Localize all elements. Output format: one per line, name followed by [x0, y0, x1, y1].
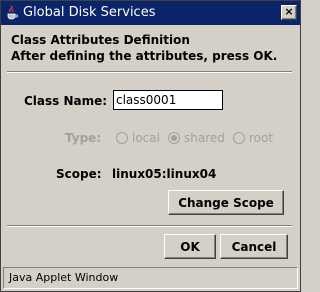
- close-button[interactable]: ×: [281, 5, 297, 20]
- class-name-input[interactable]: [113, 90, 223, 110]
- dialog-heading: Class Attributes Definition: [11, 33, 190, 47]
- scope-value: linux05:linux04: [112, 167, 217, 181]
- type-radio-local[interactable]: [116, 132, 128, 144]
- java-cup-icon: [7, 5, 18, 20]
- type-local-label: local: [132, 131, 160, 145]
- close-icon: ×: [284, 5, 294, 18]
- window-title: Global Disk Services: [23, 5, 156, 20]
- type-radio-shared[interactable]: [168, 132, 180, 144]
- class-name-label: Class Name:: [24, 94, 108, 108]
- type-root-label: root: [249, 131, 274, 145]
- dialog-instruction: After defining the attributes, press OK.: [11, 49, 278, 63]
- type-shared-label: shared: [184, 131, 225, 145]
- bottom-separator: [7, 225, 292, 227]
- status-bar: Java Applet Window: [3, 267, 298, 289]
- cancel-button[interactable]: Cancel: [220, 234, 288, 259]
- top-separator: [7, 71, 292, 73]
- type-label: Type:: [65, 131, 102, 145]
- title-bar[interactable]: Global Disk Services ×: [1, 1, 300, 25]
- dialog-window: Global Disk Services × Class Attributes …: [0, 0, 301, 292]
- type-radio-root[interactable]: [233, 132, 245, 144]
- change-scope-button[interactable]: Change Scope: [168, 190, 284, 215]
- ok-button[interactable]: OK: [164, 234, 216, 259]
- status-text: Java Applet Window: [9, 271, 119, 284]
- scope-label: Scope:: [56, 167, 102, 181]
